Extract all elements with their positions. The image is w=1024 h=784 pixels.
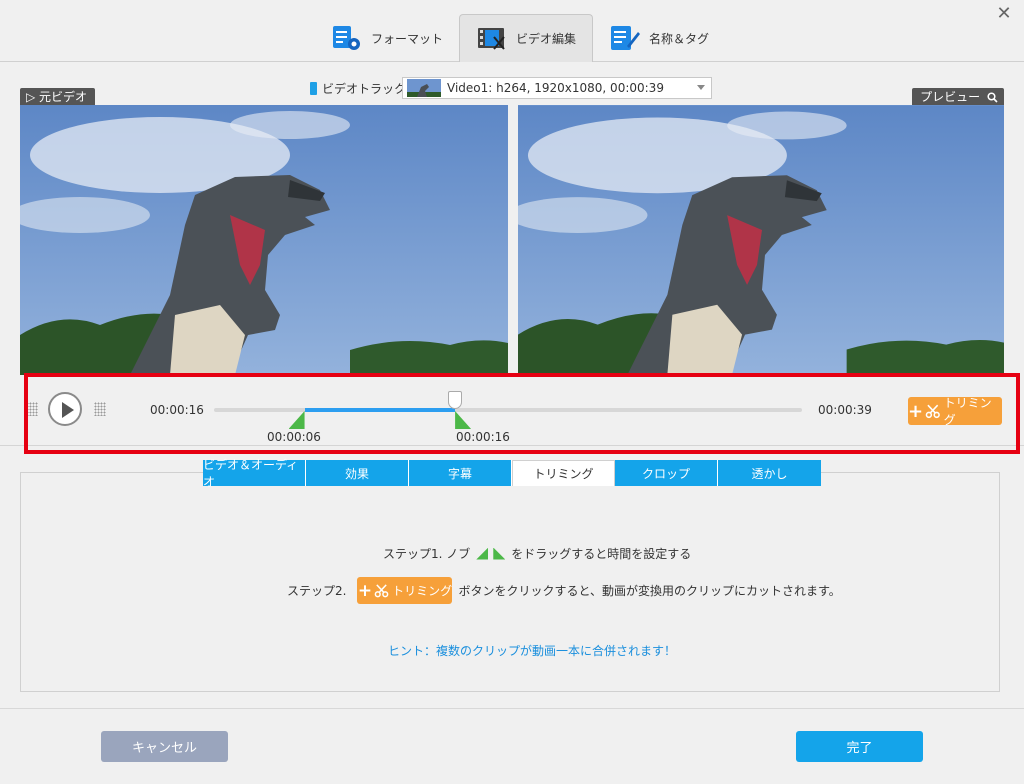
plus-icon: + [357, 580, 373, 601]
playhead-handle[interactable] [448, 391, 463, 409]
selected-range [304, 408, 456, 412]
subtab-trimming[interactable]: トリミング [512, 460, 615, 486]
preview-label-text: プレビュー [920, 90, 981, 104]
edit-subtabs: ビデオ＆オーディオ 効果 字幕 トリミング クロップ 透かし [203, 458, 821, 489]
tab-format[interactable]: フォーマット [315, 14, 459, 62]
close-icon[interactable]: ✕ [994, 4, 1014, 24]
original-video-frame [20, 105, 508, 375]
subtab-crop[interactable]: クロップ [615, 460, 718, 486]
subtab-effects[interactable]: 効果 [306, 460, 409, 486]
main-tabs: フォーマット ビデオ編集 名称＆タグ [315, 14, 725, 62]
done-button[interactable]: 完了 [796, 731, 923, 762]
rename-tag-icon [609, 24, 641, 52]
step1-suffix: をドラッグすると時間を設定する [511, 547, 692, 561]
tab-video-edit-label: ビデオ編集 [516, 32, 577, 46]
video-track-value: Video1: h264, 1920x1080, 00:00:39 [447, 81, 664, 95]
tab-rename-tag-label: 名称＆タグ [649, 31, 710, 46]
drag-handle-icon[interactable] [94, 402, 106, 416]
footer-divider [0, 708, 1024, 709]
video-track-row: ▷ 元ビデオ ビデオトラック: Video1: h264, 1920x1080,… [0, 76, 1024, 106]
trim-button-label: トリミング [943, 396, 992, 427]
scissors-icon [925, 404, 940, 419]
step2-prefix: ステップ2. [287, 584, 347, 598]
scissors-icon [374, 584, 389, 598]
preview-label[interactable]: プレビュー [912, 88, 1004, 106]
step1-prefix: ステップ1. ノブ [383, 547, 471, 561]
subtab-subtitles[interactable]: 字幕 [409, 460, 512, 486]
step2-trim-button-label: トリミング [392, 584, 453, 598]
preview-video-frame [518, 105, 1004, 375]
preview-video-pane [518, 105, 1004, 375]
subtab-video-audio[interactable]: ビデオ＆オーディオ [203, 458, 306, 489]
video-track-label-text: ビデオトラック: [322, 82, 411, 96]
plus-icon: + [908, 400, 924, 422]
video-track-label: ビデオトラック: [310, 80, 410, 97]
cancel-button[interactable]: キャンセル [101, 731, 228, 762]
trim-button[interactable]: + トリミング [908, 396, 1002, 427]
trim-start-time: 00:00:06 [267, 430, 321, 444]
step2-suffix: ボタンをクリックすると、動画が変換用のクリップにカットされます。 [458, 584, 841, 598]
step2-instruction: ステップ2. + トリミング ボタンをクリックすると、動画が変換用のクリップにカ… [287, 577, 841, 604]
subtab-watermark[interactable]: 透かし [718, 460, 821, 486]
total-time: 00:00:39 [818, 403, 872, 417]
tab-format-label: フォーマット [371, 31, 444, 46]
current-time: 00:00:16 [150, 403, 204, 417]
track-thumbnail [407, 79, 441, 97]
start-knob-icon [476, 547, 489, 560]
top-tab-bar: フォーマット ビデオ編集 名称＆タグ ✕ [0, 0, 1024, 62]
hint-text: ヒント：複数のクリップが動画一本に合併されます！ [388, 644, 677, 658]
play-button[interactable] [48, 392, 82, 426]
original-video-label: ▷ 元ビデオ [20, 88, 96, 106]
original-video-pane [20, 105, 508, 375]
step1-instruction: ステップ1. ノブ をドラッグすると時間を設定する [383, 545, 691, 562]
drag-handle-icon[interactable] [26, 402, 38, 416]
timeline-slider[interactable] [214, 408, 802, 412]
end-knob-icon [493, 547, 506, 560]
chevron-down-icon [697, 85, 705, 90]
step2-trim-button[interactable]: + トリミング [357, 577, 453, 604]
video-track-select[interactable]: Video1: h264, 1920x1080, 00:00:39 [402, 77, 712, 99]
format-settings-icon [331, 24, 363, 52]
track-marker-icon [310, 82, 317, 95]
video-edit-icon [476, 25, 508, 53]
tab-video-edit[interactable]: ビデオ編集 [459, 14, 594, 62]
trim-end-time: 00:00:16 [456, 430, 510, 444]
tab-rename-tag[interactable]: 名称＆タグ [593, 14, 725, 62]
